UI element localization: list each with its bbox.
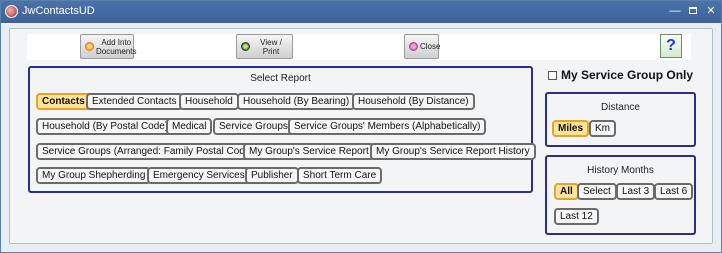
my-service-group-only-checkbox[interactable]: My Service Group Only bbox=[548, 68, 693, 82]
report-group-service-history-button[interactable]: My Group's Service Report History bbox=[370, 143, 536, 160]
window-title: JwContactsUD bbox=[22, 5, 95, 17]
app-icon bbox=[5, 5, 18, 18]
report-household-postal-button[interactable]: Household (By Postal Code) bbox=[36, 118, 175, 135]
view-print-label: View / Print bbox=[260, 37, 282, 56]
report-group-service-report-button[interactable]: My Group's Service Report bbox=[243, 143, 375, 160]
distance-miles-button[interactable]: Miles bbox=[552, 120, 590, 137]
view-print-icon bbox=[241, 42, 250, 51]
distance-km-button[interactable]: Km bbox=[589, 120, 616, 137]
history-last12-button[interactable]: Last 12 bbox=[554, 208, 599, 225]
view-print-button[interactable]: View / Print bbox=[236, 34, 293, 59]
maximize-button[interactable] bbox=[685, 3, 701, 19]
report-service-groups-members-button[interactable]: Service Groups' Members (Alphabetically) bbox=[288, 118, 487, 135]
report-short-term-care-button[interactable]: Short Term Care bbox=[297, 167, 383, 184]
help-button[interactable]: ? bbox=[660, 34, 682, 58]
document-add-icon bbox=[85, 42, 94, 51]
report-contacts-button[interactable]: Contacts bbox=[36, 93, 91, 110]
add-into-documents-label: Add Into Documents bbox=[94, 38, 138, 56]
history-last6-button[interactable]: Last 6 bbox=[654, 183, 694, 200]
report-service-groups-arranged-button[interactable]: Service Groups (Arranged: Family Postal … bbox=[36, 143, 260, 160]
add-into-label-line1: Add Into bbox=[101, 37, 132, 47]
add-into-label-line2: Documents bbox=[96, 46, 137, 56]
close-icon bbox=[409, 42, 418, 51]
history-all-button[interactable]: All bbox=[554, 183, 579, 200]
history-last3-button[interactable]: Last 3 bbox=[616, 183, 656, 200]
report-household-bearing-button[interactable]: Household (By Bearing) bbox=[237, 93, 356, 110]
history-months-title: History Months bbox=[587, 165, 654, 176]
report-emergency-services-button[interactable]: Emergency Services bbox=[147, 167, 251, 184]
report-publisher-button[interactable]: Publisher bbox=[245, 167, 299, 184]
report-medical-button[interactable]: Medical bbox=[166, 118, 213, 135]
report-group-shepherding-button[interactable]: My Group Shepherding bbox=[36, 167, 152, 184]
maximize-icon bbox=[689, 7, 697, 14]
my-service-group-only-label: My Service Group Only bbox=[561, 68, 694, 82]
select-report-title: Select Report bbox=[250, 73, 311, 84]
close-window-button[interactable]: ✕ bbox=[703, 3, 719, 19]
checkbox-box[interactable] bbox=[548, 70, 557, 80]
report-household-distance-button[interactable]: Household (By Distance) bbox=[352, 93, 475, 110]
report-extended-contacts-button[interactable]: Extended Contacts bbox=[86, 93, 183, 110]
title-bar[interactable]: JwContactsUD — ✕ bbox=[1, 1, 721, 23]
history-select-button[interactable]: Select bbox=[577, 183, 617, 200]
close-button[interactable]: Close bbox=[404, 34, 441, 59]
distance-title: Distance bbox=[601, 102, 640, 113]
report-household-button[interactable]: Household bbox=[179, 93, 239, 110]
close-label: Close bbox=[420, 42, 441, 51]
app-window: JwContactsUD — ✕ Add Into Documents View… bbox=[0, 0, 722, 253]
add-into-documents-button[interactable]: Add Into Documents bbox=[80, 34, 136, 59]
report-service-groups-button[interactable]: Service Groups bbox=[213, 118, 294, 135]
minimize-button[interactable]: — bbox=[667, 3, 683, 19]
